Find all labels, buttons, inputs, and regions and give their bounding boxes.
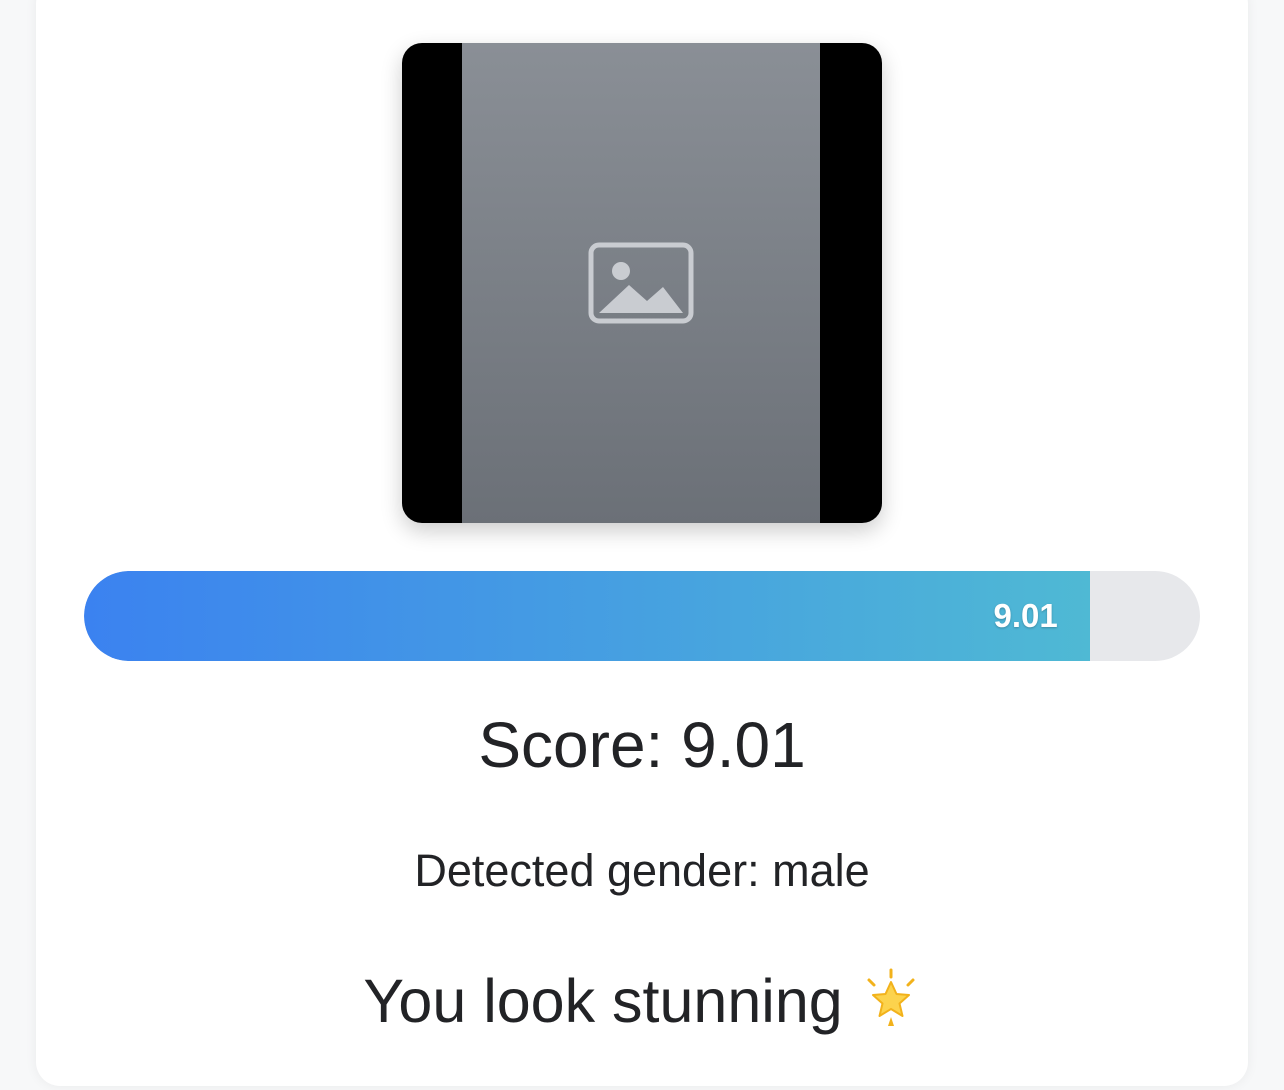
detected-gender-text: Detected gender: male [414, 845, 870, 896]
result-message-text: You look stunning [363, 967, 843, 1035]
score-progress-label: 9.01 [993, 597, 1058, 634]
score-text: Score: 9.01 [478, 709, 806, 781]
image-placeholder-icon [588, 242, 694, 324]
uploaded-photo [402, 43, 882, 523]
result-message: You look stunning [0, 966, 1284, 1042]
score-progress-bar: 9.01 [84, 571, 1200, 661]
glowing-star-icon [861, 968, 921, 1042]
score-progress-fill [84, 571, 1090, 661]
photo-placeholder [462, 43, 820, 523]
